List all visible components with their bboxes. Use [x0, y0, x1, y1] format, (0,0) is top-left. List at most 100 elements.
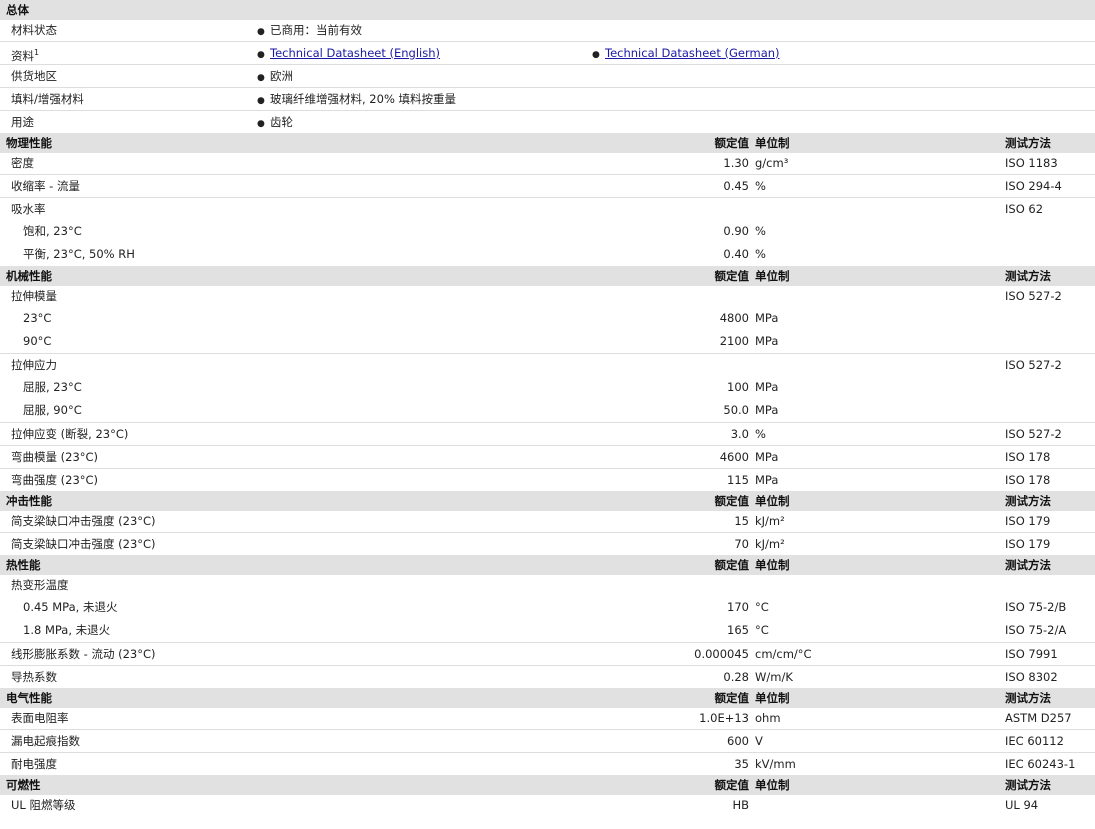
property-label-text: 材料状态: [11, 23, 57, 37]
property-unit: MPa: [755, 334, 779, 348]
general-row: 用途 ● 齿轮: [0, 110, 1095, 133]
property-row: 1.8 MPa, 未退火 165 °C ISO 75-2/A: [0, 619, 1095, 642]
column-header-unit: 单位制: [755, 691, 790, 705]
property-label: 弯曲模量 (23°C): [11, 450, 99, 464]
property-row: 线形膨胀系数 - 流动 (23°C) 0.000045 cm/cm/°C ISO 79…: [0, 642, 1095, 665]
property-row: 拉伸应力 ISO 527-2: [0, 353, 1095, 376]
property-unit: %: [755, 247, 766, 261]
test-method: ISO 8302: [1005, 670, 1058, 684]
section-title: 冲击性能: [6, 494, 52, 508]
column-header-value: 额定值: [714, 691, 750, 705]
property-label-text: 用途: [11, 115, 34, 129]
property-label-text: 资料: [11, 49, 34, 63]
test-method: UL 94: [1005, 798, 1039, 812]
column-header-method: 测试方法: [1005, 558, 1051, 572]
test-method: ISO 527-2: [1005, 289, 1062, 303]
property-unit: MPa: [755, 311, 779, 325]
bullet-item-text: 齿轮: [270, 115, 293, 129]
test-method: ASTM D257: [1005, 711, 1072, 725]
column-header-unit: 单位制: [755, 778, 790, 792]
column-header-unit: 单位制: [755, 136, 790, 150]
property-value: 115: [727, 473, 749, 487]
property-row: 收缩率 - 流量 0.45% ISO 294-4: [0, 174, 1095, 197]
column-header-method: 测试方法: [1005, 136, 1051, 150]
test-method: ISO 7991: [1005, 647, 1058, 661]
property-value: 3.0: [730, 427, 749, 441]
column-header-value: 额定值: [714, 494, 750, 508]
column-header-method: 测试方法: [1005, 691, 1051, 705]
column-header-method: 测试方法: [1005, 778, 1051, 792]
property-row: 简支梁缺口冲击强度 (23°C) 70 kJ/m² ISO 179: [0, 532, 1095, 555]
property-value: 35: [734, 757, 749, 771]
property-label: 屈服, 23°C: [23, 380, 82, 394]
bullet-item: ● 已商用：当前有效: [257, 20, 362, 43]
property-unit: %: [755, 224, 766, 238]
property-value: HB: [732, 798, 749, 812]
property-row: 23°C 4800 MPa: [0, 307, 1095, 330]
property-row: 耐电强度 35 kV/mm IEC 60243-1: [0, 752, 1095, 775]
section-header: 电气性能 额定值 单位制 测试方法: [0, 688, 1095, 708]
property-row: 简支梁缺口冲击强度 (23°C) 15 kJ/m² ISO 179: [0, 511, 1095, 532]
property-unit: MPa: [755, 450, 779, 464]
property-row: 密度 1.30 g/cm³ ISO 1183: [0, 153, 1095, 174]
property-label: 漏电起痕指数: [11, 734, 80, 748]
property-label: 简支梁缺口冲击强度 (23°C): [11, 537, 156, 551]
section-title: 电气性能: [6, 691, 52, 705]
property-unit: MPa: [755, 473, 779, 487]
datasheet-link[interactable]: Technical Datasheet (English): [270, 46, 440, 60]
property-unit: kV/mm: [755, 757, 796, 771]
bullet-icon: ●: [257, 119, 265, 129]
datasheet-table: 总体 材料状态 ● 已商用：当前有效 资料1 ● Technical Datasheet (…: [0, 0, 1095, 829]
property-value: 0.28: [723, 670, 749, 684]
bullet-icon: ●: [257, 50, 265, 60]
property-value: 1.0E+13: [699, 711, 749, 725]
section-header: 热性能 额定值 单位制 测试方法: [0, 555, 1095, 575]
property-label: 饱和, 23°C: [23, 224, 82, 238]
property-unit: W/m/K: [755, 670, 793, 684]
test-method: ISO 527-2: [1005, 358, 1062, 372]
property-unit: kJ/m²: [755, 514, 785, 528]
property-label: 平衡, 23°C, 50% RH: [23, 247, 135, 261]
section-header: 冲击性能 额定值 单位制 测试方法: [0, 491, 1095, 511]
section-title: 可燃性: [6, 778, 41, 792]
column-header-unit: 单位制: [755, 494, 790, 508]
property-unit: ohm: [755, 711, 781, 725]
property-row: 弯曲强度 (23°C) 115 MPa ISO 178: [0, 468, 1095, 491]
bullet-icon: ●: [257, 96, 265, 106]
property-label: 拉伸应变 (断裂, 23°C): [11, 427, 129, 441]
property-label: 弯曲强度 (23°C): [11, 473, 99, 487]
column-header-value: 额定值: [714, 269, 750, 283]
property-value: 0.90: [723, 224, 749, 238]
test-method: ISO 178: [1005, 450, 1051, 464]
property-value: 1.30: [723, 156, 749, 170]
property-label: 线形膨胀系数 - 流动 (23°C): [11, 647, 156, 661]
test-method: ISO 178: [1005, 473, 1051, 487]
property-value: 15: [734, 514, 749, 528]
property-label: 用途: [11, 111, 34, 133]
general-row: 资料1 ● Technical Datasheet (English) ● Techni…: [0, 41, 1095, 64]
property-row: 拉伸应变 (断裂, 23°C) 3.0% ISO 527-2: [0, 422, 1095, 445]
bullet-item-text: 欧洲: [270, 69, 293, 83]
property-unit: °C: [755, 600, 769, 614]
general-row: 填料/增强材料 ● 玻璃纤维增强材料, 20% 填料按重量: [0, 87, 1095, 110]
property-row: 拉伸模量 ISO 527-2: [0, 286, 1095, 307]
property-label: 23°C: [23, 311, 52, 325]
bullet-item: ● 齿轮: [257, 111, 293, 135]
property-row: 热变形温度: [0, 575, 1095, 596]
property-value: 100: [727, 380, 749, 394]
column-header-value: 额定值: [714, 136, 750, 150]
property-row: 饱和, 23°C 0.90%: [0, 220, 1095, 243]
column-header-method: 测试方法: [1005, 494, 1051, 508]
property-value: 4800: [719, 311, 749, 325]
property-value: 0.45: [723, 179, 749, 193]
property-unit: %: [755, 179, 766, 193]
property-label: 材料状态: [11, 20, 57, 41]
datasheet-link[interactable]: Technical Datasheet (German): [605, 46, 780, 60]
property-label: 填料/增强材料: [11, 88, 84, 110]
property-unit: %: [755, 427, 766, 441]
property-label: 简支梁缺口冲击强度 (23°C): [11, 514, 156, 528]
column-header-unit: 单位制: [755, 269, 790, 283]
column-header-method: 测试方法: [1005, 269, 1051, 283]
property-unit: MPa: [755, 380, 779, 394]
section-header: 机械性能 额定值 单位制 测试方法: [0, 266, 1095, 286]
